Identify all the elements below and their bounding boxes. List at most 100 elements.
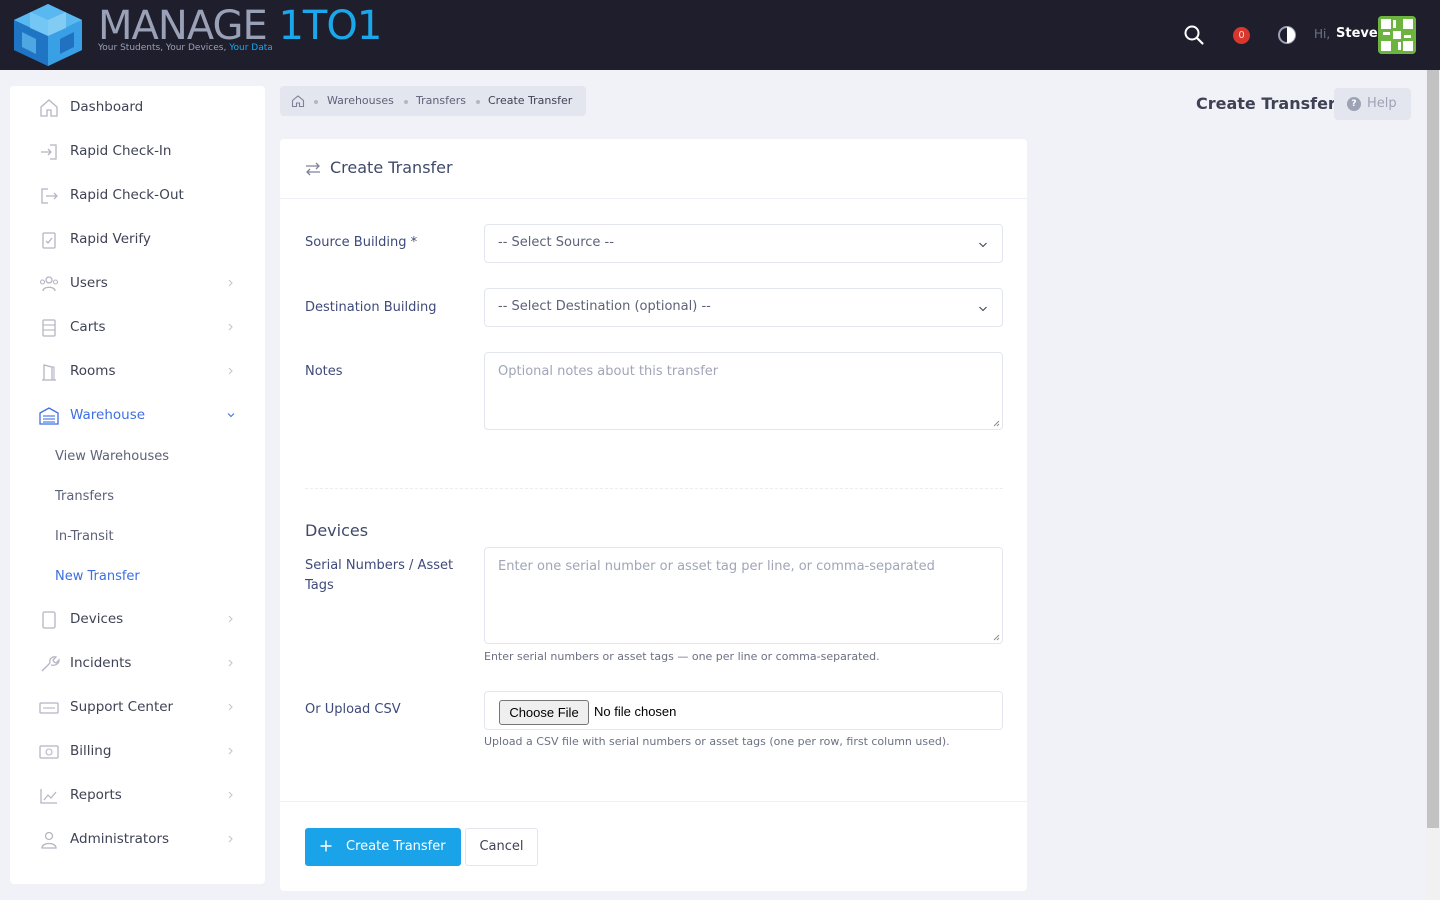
sidebar-subitem-new-transfer[interactable]: New Transfer bbox=[55, 569, 140, 591]
destination-building-select[interactable]: -- Select Destination (optional) -- bbox=[484, 288, 1003, 327]
sidebar-item-carts[interactable]: Carts bbox=[10, 306, 265, 350]
sidebar-item-label: Reports bbox=[70, 787, 122, 803]
avatar[interactable] bbox=[1378, 16, 1416, 54]
top-navbar: MANAGE 1TO1 Your Students, Your Devices,… bbox=[0, 0, 1440, 70]
login-icon bbox=[41, 144, 57, 160]
create-transfer-button-label: Create Transfer bbox=[346, 839, 446, 854]
upload-csv-label: Or Upload CSV bbox=[305, 702, 401, 717]
help-icon: ? bbox=[1347, 97, 1361, 111]
tablet-icon bbox=[42, 611, 56, 629]
search-icon[interactable] bbox=[1183, 24, 1205, 46]
sidebar-item-dashboard[interactable]: Dashboard bbox=[10, 86, 265, 130]
scrollbar-thumb[interactable] bbox=[1427, 70, 1439, 828]
sidebar-item-rapid-check-out[interactable]: Rapid Check-Out bbox=[10, 174, 265, 218]
chevron-right-icon bbox=[228, 615, 233, 623]
chevron-right-icon bbox=[228, 279, 233, 287]
door-icon bbox=[42, 364, 56, 381]
chevron-right-icon bbox=[228, 791, 233, 799]
sidebar-item-label: Carts bbox=[70, 319, 106, 335]
users-icon bbox=[39, 276, 59, 292]
serial-numbers-placeholder: Enter one serial number or asset tag per… bbox=[498, 559, 935, 574]
notes-textarea[interactable]: Optional notes about this transfer bbox=[484, 352, 1003, 430]
sidebar-item-label: Rooms bbox=[70, 363, 116, 379]
serial-numbers-hint: Enter serial numbers or asset tags — one… bbox=[484, 650, 880, 663]
chevron-down-icon bbox=[979, 306, 987, 312]
warehouse-icon bbox=[39, 407, 59, 425]
breadcrumb-transfers[interactable]: Transfers bbox=[416, 94, 466, 107]
sidebar-item-label: Support Center bbox=[70, 699, 174, 715]
home-icon bbox=[40, 99, 58, 117]
home-icon[interactable] bbox=[291, 94, 305, 108]
help-button[interactable]: ? Help bbox=[1334, 88, 1411, 120]
logo-tagline: Your Students, Your Devices, Your Data bbox=[98, 43, 273, 53]
sidebar-item-incidents[interactable]: Incidents bbox=[10, 642, 265, 686]
cart-icon bbox=[42, 319, 56, 337]
avatar-pattern-icon bbox=[1378, 16, 1416, 54]
money-icon bbox=[39, 745, 59, 759]
sidebar-item-rapid-verify[interactable]: Rapid Verify bbox=[10, 218, 265, 262]
clipboard-check-icon bbox=[42, 232, 56, 249]
greeting-text: Hi, bbox=[1314, 27, 1331, 41]
source-building-select[interactable]: -- Select Source -- bbox=[484, 224, 1003, 263]
resize-grip-icon[interactable] bbox=[992, 419, 1000, 427]
page-title: Create Transfer bbox=[1196, 94, 1336, 113]
chart-icon bbox=[40, 789, 57, 804]
sidebar-item-support-center[interactable]: Support Center bbox=[10, 686, 265, 730]
sidebar-item-devices[interactable]: Devices bbox=[10, 598, 265, 642]
chevron-right-icon bbox=[228, 659, 233, 667]
chevron-right-icon bbox=[228, 323, 233, 331]
resize-grip-icon[interactable] bbox=[992, 633, 1000, 641]
notification-badge[interactable]: 0 bbox=[1233, 27, 1250, 44]
cube-logo-icon bbox=[14, 4, 82, 66]
sidebar: Dashboard Rapid Check-In Rapid Check-Out… bbox=[10, 86, 265, 884]
source-building-label: Source Building * bbox=[305, 235, 418, 250]
sidebar-subitem-in-transit[interactable]: In-Transit bbox=[55, 529, 114, 551]
serial-numbers-textarea[interactable]: Enter one serial number or asset tag per… bbox=[484, 547, 1003, 644]
choose-file-button[interactable]: Choose File bbox=[499, 700, 589, 725]
sidebar-item-users[interactable]: Users bbox=[10, 262, 265, 306]
sidebar-item-administrators[interactable]: Administrators bbox=[10, 818, 265, 862]
sidebar-item-warehouse[interactable]: Warehouse bbox=[10, 394, 265, 438]
plus-icon bbox=[320, 840, 332, 852]
sidebar-item-label: Warehouse bbox=[70, 407, 146, 423]
source-building-value: -- Select Source -- bbox=[498, 235, 614, 250]
chevron-right-icon bbox=[228, 835, 233, 843]
ticket-icon bbox=[39, 702, 59, 714]
sidebar-subitem-transfers[interactable]: Transfers bbox=[55, 489, 114, 511]
sidebar-item-billing[interactable]: Billing bbox=[10, 730, 265, 774]
logo-wordmark: MANAGE 1TO1 bbox=[98, 3, 382, 49]
notes-placeholder: Optional notes about this transfer bbox=[498, 364, 719, 379]
wrench-icon bbox=[41, 656, 60, 672]
chevron-down-icon bbox=[227, 413, 235, 418]
sidebar-item-rapid-check-in[interactable]: Rapid Check-In bbox=[10, 130, 265, 174]
chevron-right-icon bbox=[228, 747, 233, 755]
card-footer-divider bbox=[280, 801, 1027, 802]
breadcrumb-separator bbox=[476, 100, 480, 104]
devices-section-title: Devices bbox=[305, 521, 369, 540]
breadcrumb-create-transfer: Create Transfer bbox=[488, 94, 573, 107]
sidebar-item-label: Billing bbox=[70, 743, 112, 759]
sidebar-item-label: Rapid Check-In bbox=[70, 143, 172, 159]
sidebar-item-label: Administrators bbox=[70, 831, 170, 847]
sidebar-item-label: Users bbox=[70, 275, 108, 291]
user-name[interactable]: Steve bbox=[1336, 26, 1378, 41]
breadcrumb-warehouses[interactable]: Warehouses bbox=[327, 94, 394, 107]
sidebar-item-reports[interactable]: Reports bbox=[10, 774, 265, 818]
sidebar-item-label: Devices bbox=[70, 611, 124, 627]
sidebar-item-label: Rapid Check-Out bbox=[70, 187, 184, 203]
csv-hint: Upload a CSV file with serial numbers or… bbox=[484, 735, 950, 748]
theme-toggle-icon[interactable] bbox=[1276, 24, 1298, 46]
sidebar-subitem-view-warehouses[interactable]: View Warehouses bbox=[55, 449, 169, 471]
sidebar-item-rooms[interactable]: Rooms bbox=[10, 350, 265, 394]
create-transfer-button[interactable]: Create Transfer bbox=[305, 828, 461, 866]
admin-icon bbox=[41, 831, 57, 849]
chevron-right-icon bbox=[228, 703, 233, 711]
transfer-arrows-icon bbox=[306, 162, 320, 176]
app-logo[interactable]: MANAGE 1TO1 Your Students, Your Devices,… bbox=[10, 0, 382, 70]
serial-numbers-label: Serial Numbers / Asset Tags bbox=[305, 558, 454, 593]
sidebar-item-label: Rapid Verify bbox=[70, 231, 151, 247]
logout-icon bbox=[41, 188, 58, 204]
cancel-button[interactable]: Cancel bbox=[465, 828, 538, 866]
csv-file-input[interactable]: Choose File No file chosen bbox=[484, 691, 1003, 730]
create-transfer-card: Create Transfer Source Building * -- Sel… bbox=[280, 139, 1027, 891]
